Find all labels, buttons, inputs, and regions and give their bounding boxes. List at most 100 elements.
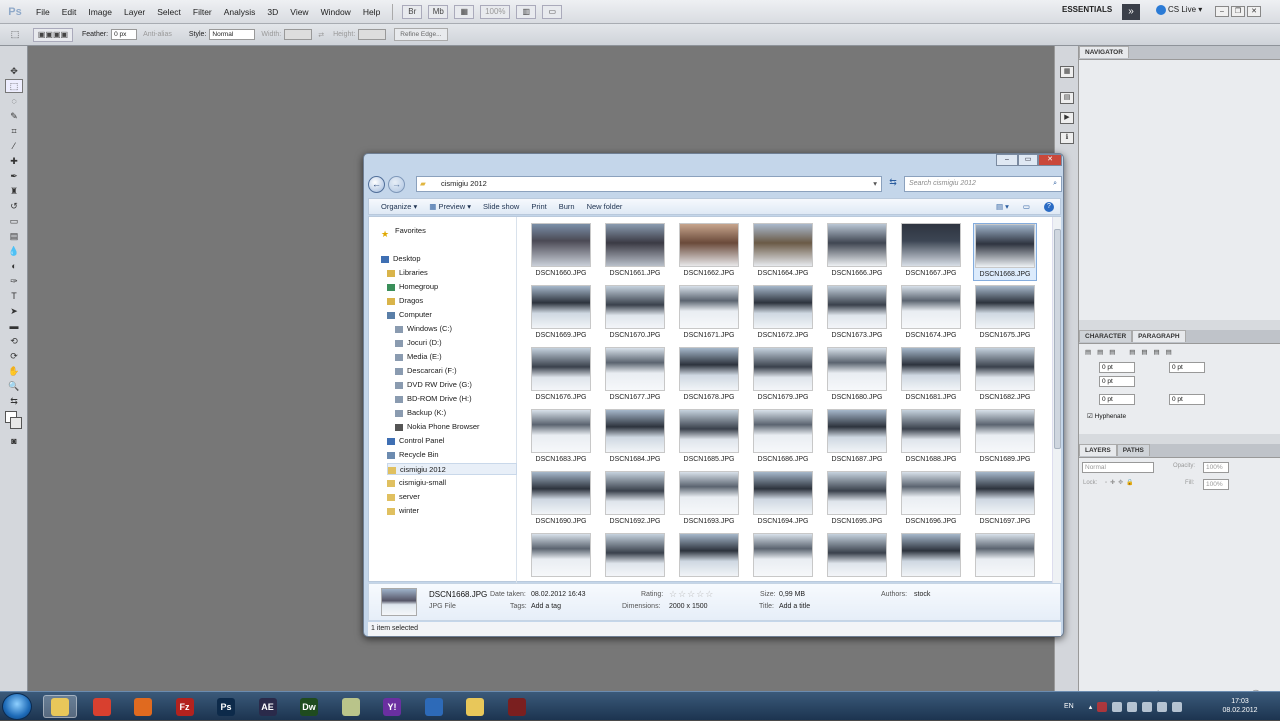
type-tool-icon[interactable]: T <box>5 289 23 303</box>
nav-item-media-e[interactable]: Media (E:) <box>395 351 442 363</box>
brush-tool-icon[interactable]: ✒ <box>5 169 23 183</box>
style-select[interactable]: Normal <box>209 29 256 40</box>
nav-item-server[interactable]: server <box>387 491 420 503</box>
file-item[interactable]: DSCN1689.JPG <box>973 409 1037 467</box>
3d-orbit-tool-icon[interactable]: ⟳ <box>5 349 23 363</box>
scrollbar[interactable] <box>1052 217 1061 583</box>
file-item[interactable]: DSCN1661.JPG <box>603 223 667 281</box>
nav-item-winter[interactable]: winter <box>387 505 419 517</box>
space-before-input[interactable]: 0 pt <box>1099 394 1135 405</box>
scrollbar-thumb[interactable] <box>1054 229 1061 449</box>
indent-right-input[interactable]: 0 pt <box>1169 362 1205 373</box>
filezilla-app[interactable]: Fz <box>168 695 202 718</box>
file-item[interactable]: DSCN1679.JPG <box>751 347 815 405</box>
monitor-icon[interactable] <box>1142 701 1153 712</box>
tab-paths[interactable]: PATHS <box>1116 444 1150 456</box>
file-item[interactable]: DSCN1681.JPG <box>899 347 963 405</box>
nav-item-cismigiu-2012[interactable]: cismigiu 2012 <box>387 463 517 475</box>
swap-colors-icon[interactable]: ⇆ <box>5 394 23 408</box>
zoom-tool-icon[interactable]: 🔍 <box>5 379 23 393</box>
refresh-icon[interactable]: ⇆ <box>886 177 900 191</box>
menu-file[interactable]: File <box>30 7 56 17</box>
nav-item-backup-k[interactable]: Backup (K:) <box>395 407 446 419</box>
nav-item-windows-c[interactable]: Windows (C:) <box>395 323 452 335</box>
organize-button[interactable]: Organize ▾ <box>381 202 417 211</box>
path-selection-tool-icon[interactable]: ➤ <box>5 304 23 318</box>
burn-button[interactable]: Burn <box>559 202 575 211</box>
slideshow-button[interactable]: Slide show <box>483 202 519 211</box>
file-item[interactable]: DSCN1673.JPG <box>825 285 889 343</box>
clone-stamp-tool-icon[interactable]: ♜ <box>5 184 23 198</box>
folder-app[interactable] <box>458 695 492 718</box>
file-item[interactable]: DSCN1672.JPG <box>751 285 815 343</box>
swap-icon[interactable]: ⇄ <box>318 31 324 39</box>
view-extras-icon[interactable]: ▦ <box>454 4 475 19</box>
file-item[interactable]: DSCN1676.JPG <box>529 347 593 405</box>
clock[interactable]: 17:03 08.02.2012 <box>1222 697 1258 715</box>
file-item[interactable]: DSCN1662.JPG <box>677 223 741 281</box>
history-brush-tool-icon[interactable]: ↺ <box>5 199 23 213</box>
menu-image[interactable]: Image <box>82 7 118 17</box>
change-view-icon[interactable]: ▤ ▾ <box>996 202 1009 211</box>
nav-favorites[interactable]: ★ Favorites <box>381 225 426 239</box>
file-item[interactable]: DSCN1687.JPG <box>825 409 889 467</box>
file-item[interactable]: DSCN1666.JPG <box>825 223 889 281</box>
file-item[interactable]: DSCN1683.JPG <box>529 409 593 467</box>
space-after-input[interactable]: 0 pt <box>1169 394 1205 405</box>
photoshop-app[interactable]: Ps <box>209 695 243 718</box>
color-swatches[interactable] <box>0 409 27 433</box>
workspace-more-icon[interactable]: » <box>1122 4 1140 20</box>
gradient-tool-icon[interactable]: ▤ <box>5 229 23 243</box>
nav-item-control-panel[interactable]: Control Panel <box>387 435 444 447</box>
close-button[interactable]: ✕ <box>1247 6 1261 17</box>
firefox-app[interactable] <box>126 695 160 718</box>
preview-button[interactable]: ▦ Preview ▾ <box>429 202 471 211</box>
menu-help[interactable]: Help <box>357 7 386 17</box>
file-item[interactable]: DSCN1693.JPG <box>677 471 741 529</box>
file-item[interactable]: DSCN1682.JPG <box>973 347 1037 405</box>
file-item[interactable]: DSCN1670.JPG <box>603 285 667 343</box>
file-item[interactable]: DSCN1669.JPG <box>529 285 593 343</box>
3d-rotate-tool-icon[interactable]: ⟲ <box>5 334 23 348</box>
print-button[interactable]: Print <box>531 202 546 211</box>
move-tool-icon[interactable]: ✥ <box>5 64 23 78</box>
nav-item-cismigiu-small[interactable]: cismigiu-small <box>387 477 446 489</box>
align-buttons[interactable]: ▤▤▤ ▤▤▤▤ <box>1085 348 1178 356</box>
marquee-tool-preset-icon[interactable]: ⬚ <box>6 28 24 42</box>
help-icon[interactable]: ? <box>1044 201 1054 212</box>
file-item[interactable] <box>529 533 593 578</box>
nav-item-descarcari-f[interactable]: Descarcari (F:) <box>395 365 457 377</box>
file-item[interactable]: DSCN1674.JPG <box>899 285 963 343</box>
explorer-close-button[interactable]: ✕ <box>1038 154 1062 166</box>
menu-edit[interactable]: Edit <box>56 7 83 17</box>
menu-view[interactable]: View <box>284 7 314 17</box>
pen-tool-icon[interactable]: ✑ <box>5 274 23 288</box>
crop-tool-icon[interactable]: ⌗ <box>5 124 23 138</box>
file-item[interactable]: DSCN1680.JPG <box>825 347 889 405</box>
file-item[interactable]: DSCN1685.JPG <box>677 409 741 467</box>
tab-character[interactable]: CHARACTER <box>1079 330 1133 342</box>
file-item[interactable]: DSCN1668.JPG <box>973 223 1037 281</box>
nav-item-desktop[interactable]: Desktop <box>381 253 421 265</box>
file-item[interactable]: DSCN1686.JPG <box>751 409 815 467</box>
tab-paragraph[interactable]: PARAGRAPH <box>1132 330 1186 342</box>
actions-panel-icon[interactable]: ▶ <box>1060 112 1074 124</box>
quick-selection-tool-icon[interactable]: ✎ <box>5 109 23 123</box>
language-indicator[interactable]: EN <box>1064 703 1074 710</box>
aftereffects-app[interactable]: AE <box>251 695 285 718</box>
file-item[interactable]: DSCN1678.JPG <box>677 347 741 405</box>
new-folder-button[interactable]: New folder <box>587 202 623 211</box>
lasso-tool-icon[interactable]: ◌ <box>5 94 23 108</box>
nav-item-libraries[interactable]: Libraries <box>387 267 428 279</box>
blur-tool-icon[interactable]: 💧 <box>5 244 23 258</box>
menu-filter[interactable]: Filter <box>187 7 218 17</box>
file-item[interactable] <box>677 533 741 578</box>
history-panel-icon[interactable]: ▤ <box>1060 92 1074 104</box>
file-item[interactable]: DSCN1694.JPG <box>751 471 815 529</box>
tray-app-icon[interactable] <box>1112 701 1123 712</box>
file-item[interactable]: DSCN1677.JPG <box>603 347 667 405</box>
arrange-documents-icon[interactable]: ▥ <box>516 4 537 19</box>
file-item[interactable]: DSCN1660.JPG <box>529 223 593 281</box>
rating-stars[interactable]: ☆☆☆☆☆ <box>669 589 714 600</box>
selection-mode-icons[interactable]: ▣▣▣▣ <box>33 27 73 42</box>
